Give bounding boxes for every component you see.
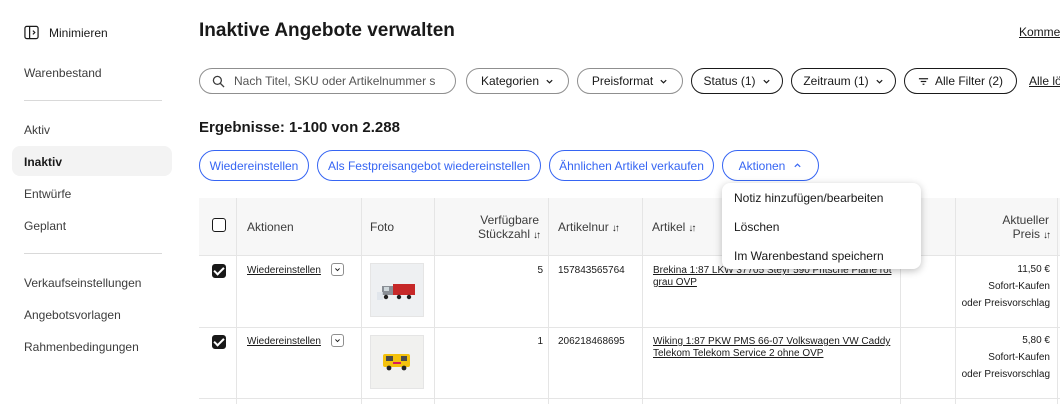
filter-icon (918, 77, 929, 85)
minimize-label: Minimieren (49, 25, 108, 40)
chevron-down-icon (762, 79, 770, 84)
row-available-qty: 1 (537, 336, 543, 347)
row-relist-link[interactable]: Wiedereinstellen (247, 336, 321, 347)
row-price: 5,80 € (1022, 335, 1050, 346)
row-checkbox[interactable] (212, 335, 226, 349)
period-label: Zeitraum (1) (803, 74, 869, 88)
row-relist-link[interactable]: Wiedereinstellen (247, 265, 321, 276)
chevron-down-icon (660, 79, 667, 84)
sort-icon: ↓↑ (533, 230, 541, 241)
row-available-qty: 5 (537, 265, 543, 276)
row-format: Sofort-Kaufen (988, 281, 1050, 292)
item-photo[interactable] (370, 335, 424, 389)
row-actions-dropdown[interactable] (331, 334, 344, 347)
truck-image (371, 264, 423, 316)
header-item-number[interactable]: Artikelnur ↓↑ (558, 220, 620, 234)
categories-label: Kategorien (480, 74, 540, 88)
sidebar-item-selling-settings[interactable]: Verkaufseinstellungen (24, 276, 141, 290)
select-all-checkbox[interactable] (212, 218, 226, 232)
price-format-filter[interactable]: Preisformat (577, 68, 683, 94)
van-image (371, 336, 423, 388)
period-filter[interactable]: Zeitraum (1) (791, 68, 896, 94)
relist-button[interactable]: Wiedereinstellen (199, 150, 309, 181)
categories-filter[interactable]: Kategorien (466, 68, 569, 94)
search-icon (212, 75, 225, 88)
relist-fixed-price-button[interactable]: Als Festpreisangebot wiedereinstellen (317, 150, 541, 181)
sidebar-item-scheduled[interactable]: Geplant (24, 219, 66, 233)
sidebar-item-inventory[interactable]: Warenbestand (24, 66, 102, 80)
sidebar-item-inactive[interactable]: Inaktiv (24, 155, 62, 169)
divider (24, 253, 162, 254)
header-actions: Aktionen (247, 220, 294, 234)
divider (24, 100, 162, 101)
header-current-price[interactable]: Aktueller Preis ↓↑ (957, 213, 1051, 243)
chevron-down-icon (876, 79, 883, 84)
sidebar-item-active[interactable]: Aktiv (24, 123, 50, 137)
header-available-qty[interactable]: Verfügbare Stückzahl ↓↑ (443, 213, 541, 243)
actions-label: Aktionen (738, 158, 786, 173)
row-price-block: 11,50 € Sofort-Kaufen oder Preisvorschla… (961, 264, 1050, 309)
sort-icon: ↓↑ (1043, 230, 1051, 241)
clear-all-link[interactable]: Alle lö (1029, 74, 1060, 88)
menu-item-delete[interactable]: Löschen (734, 220, 779, 234)
status-filter[interactable]: Status (1) (691, 68, 783, 94)
price-format-label: Preisformat (591, 74, 654, 88)
chevron-down-icon (335, 339, 340, 343)
row-item-number: 206218468695 (558, 336, 625, 347)
sidebar-item-drafts[interactable]: Entwürfe (24, 187, 71, 201)
row-item-number: 157843565764 (558, 265, 625, 276)
all-filters-label: Alle Filter (2) (934, 74, 1003, 88)
chevron-down-icon (335, 268, 340, 272)
row-price-block: 5,80 € Sofort-Kaufen oder Preisvorschlag (961, 335, 1050, 380)
search-field[interactable] (199, 68, 456, 94)
sell-similar-button[interactable]: Ähnlichen Artikel verkaufen (549, 150, 714, 181)
table-header (199, 198, 1060, 256)
page-title: Inaktive Angebote verwalten (199, 20, 455, 41)
header-photo: Foto (370, 220, 395, 234)
status-label: Status (1) (703, 74, 756, 88)
sidebar-item-business-policies[interactable]: Rahmenbedingungen (24, 340, 139, 354)
row-item-title[interactable]: Wiking 1:87 PKW PMS 66-07 Volkswagen VW … (653, 336, 893, 360)
search-input[interactable] (232, 73, 446, 89)
menu-item-add-note[interactable]: Notiz hinzufügen/bearbeiten (734, 191, 883, 205)
row-format: Sofort-Kaufen (988, 352, 1050, 363)
sort-icon: ↓↑ (611, 223, 620, 234)
results-count: Ergebnisse: 1-100 von 2.288 (199, 119, 400, 136)
actions-menu-button[interactable]: Aktionen (722, 150, 819, 181)
sidebar-collapse-icon (24, 25, 39, 40)
chevron-down-icon (546, 79, 553, 84)
menu-item-save-to-inventory[interactable]: Im Warenbestand speichern (734, 249, 884, 263)
header-article[interactable]: Artikel ↓↑ (652, 220, 696, 234)
item-photo[interactable] (370, 263, 424, 317)
row-actions-dropdown[interactable] (331, 263, 344, 276)
sidebar-item-listing-templates[interactable]: Angebotsvorlagen (24, 308, 121, 322)
row-checkbox[interactable] (212, 264, 226, 278)
sidebar: Minimieren Warenbestand Aktiv Inaktiv En… (0, 0, 185, 404)
row-price: 11,50 € (1017, 264, 1050, 275)
sort-icon: ↓↑ (688, 223, 696, 234)
listings-table: Aktionen Foto Verfügbare Stückzahl ↓↑ Art… (199, 198, 1060, 404)
actions-dropdown-menu: Notiz hinzufügen/bearbeiten Löschen Im W… (722, 183, 921, 269)
all-filters-button[interactable]: Alle Filter (2) (904, 68, 1017, 94)
chevron-up-icon (794, 163, 801, 168)
top-right-link[interactable]: Komme (1019, 25, 1060, 39)
minimize-button[interactable]: Minimieren (24, 25, 108, 40)
